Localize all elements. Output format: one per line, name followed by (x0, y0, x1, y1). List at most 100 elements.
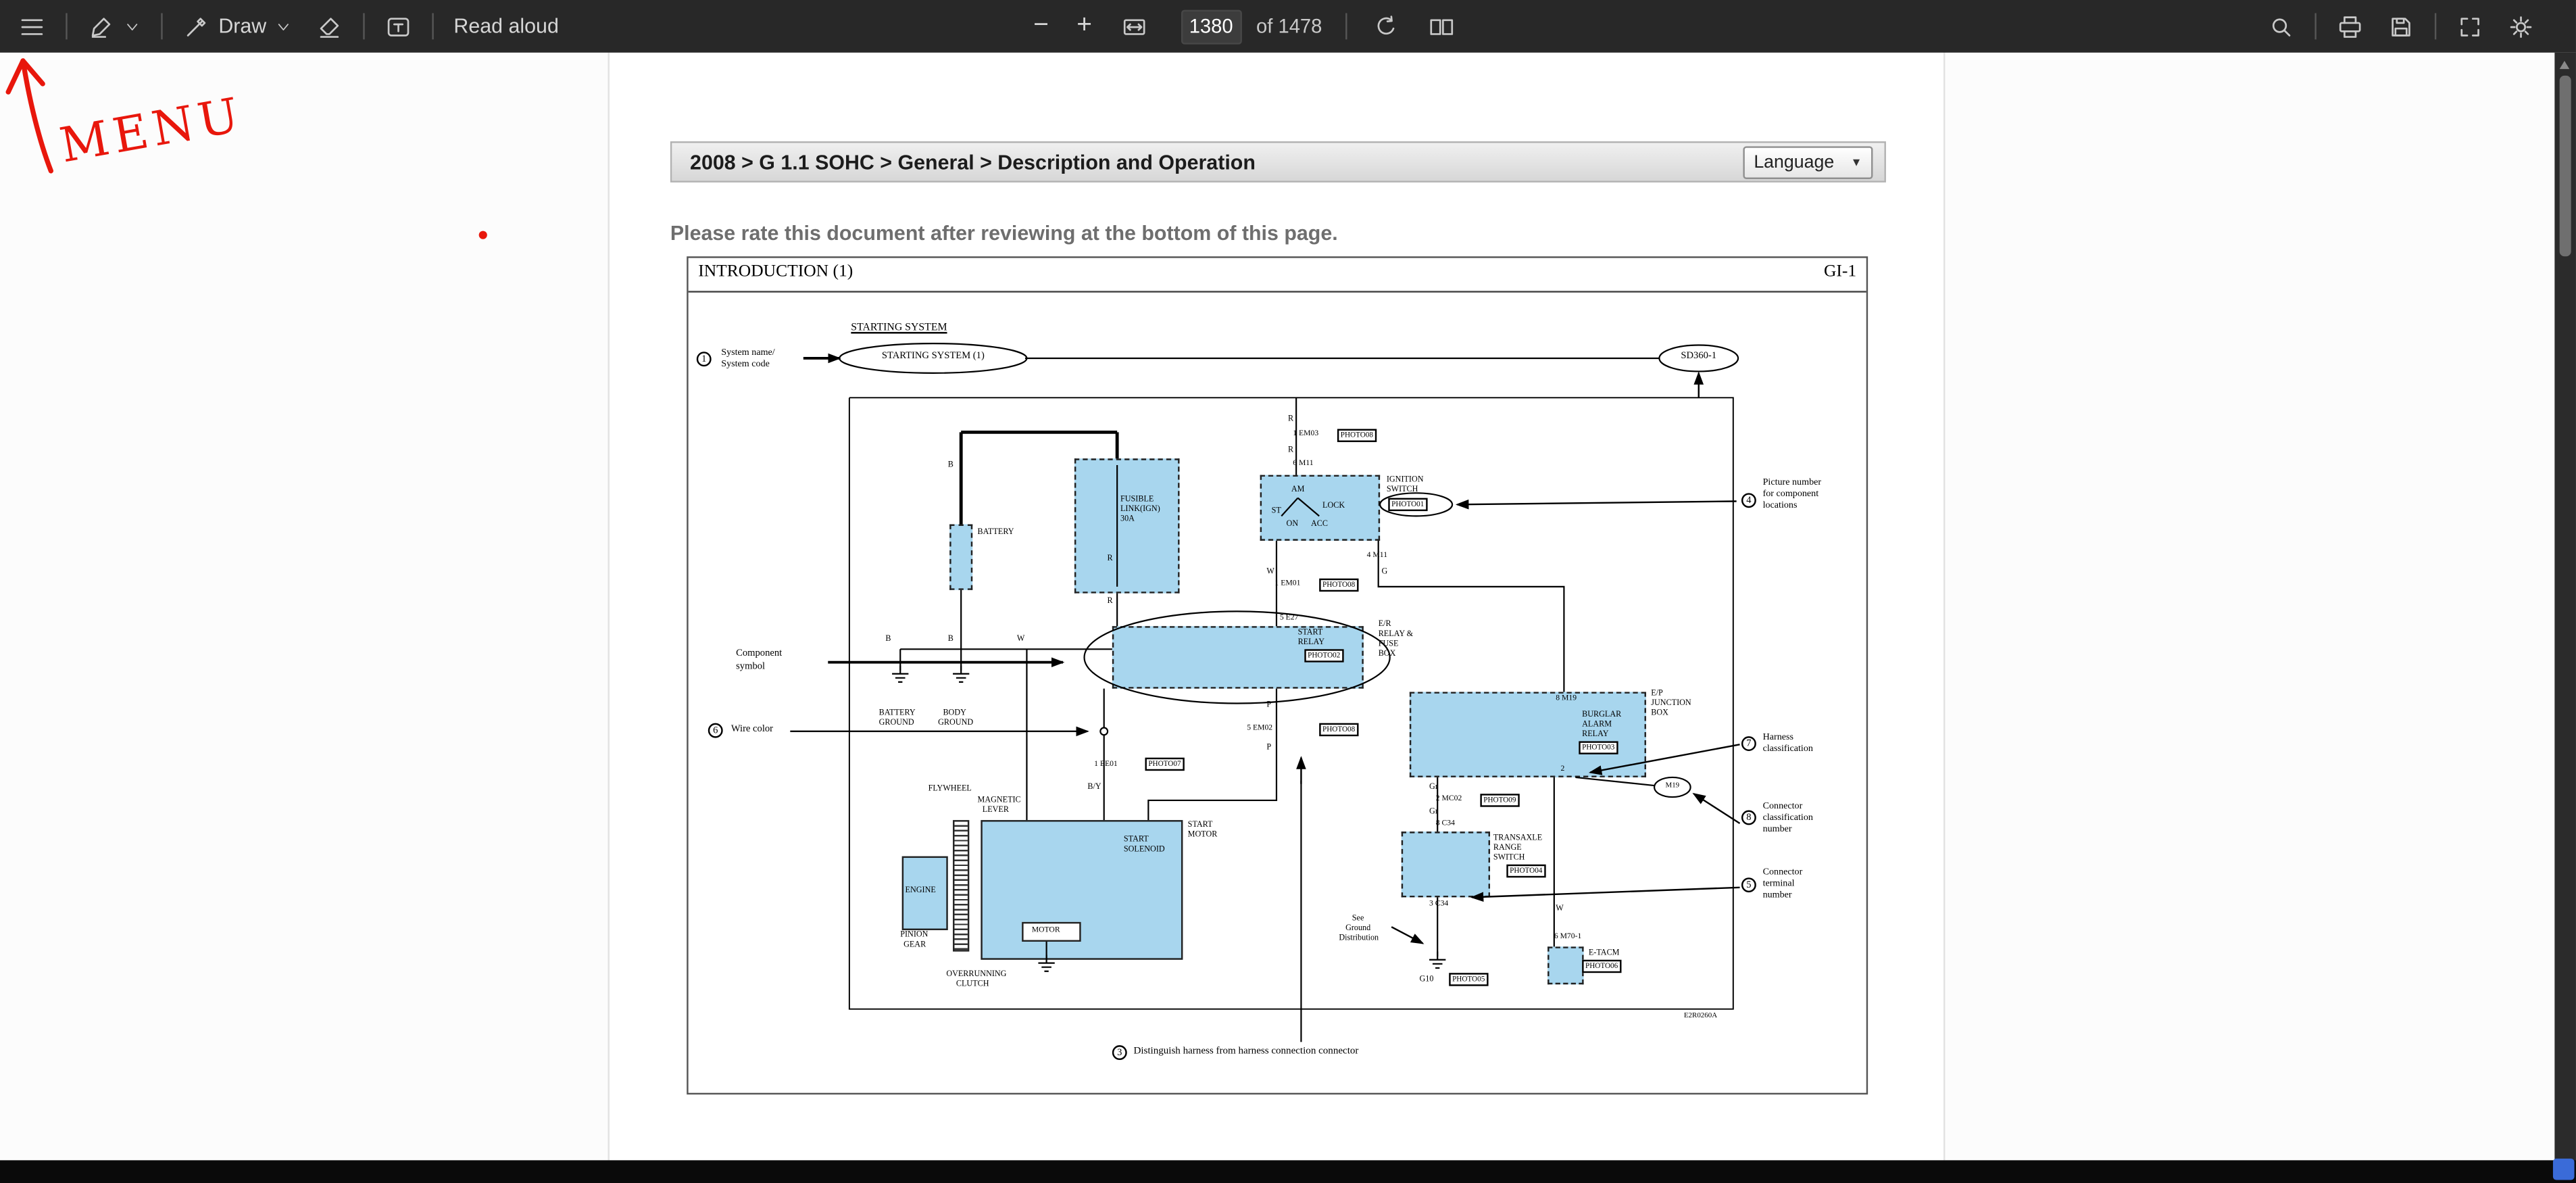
breadcrumb: 2008 > G 1.1 SOHC > General > Descriptio… (672, 150, 1256, 173)
diagram-label: Component (736, 649, 782, 659)
gear-icon (2507, 12, 2535, 40)
diagram-label: 6 M11 (1293, 460, 1313, 468)
read-aloud-label: Read aloud (453, 15, 558, 38)
expand-icon (2456, 12, 2483, 40)
scrollbar-thumb[interactable] (2560, 76, 2571, 256)
diagram-label: SD360-1 (1661, 352, 1737, 362)
table-of-contents-button[interactable] (7, 0, 57, 53)
diagram-label: 3 C34 (1429, 900, 1448, 909)
diagram-label: Harness (1763, 733, 1793, 743)
toolbar-left-group: Draw Read aloud (0, 0, 570, 53)
pdf-content-area[interactable]: 2008 > G 1.1 SOHC > General > Descriptio… (0, 53, 2554, 1161)
diagram-label: Ground (1345, 925, 1370, 934)
highlight-tool-button[interactable] (76, 0, 153, 53)
diagram-label: BOX (1379, 651, 1396, 660)
page-view-button[interactable] (1416, 0, 1466, 53)
diagram-label: SWITCH (1387, 487, 1418, 496)
diagram-label: Gr (1429, 784, 1438, 793)
diagram-label: locations (1763, 501, 1798, 511)
diagram-label: LEVER (983, 807, 1009, 816)
chevron-down-icon (123, 18, 141, 36)
diagram-label: 8 C34 (1436, 820, 1455, 828)
toolbar-divider (2435, 13, 2436, 39)
diagram-label: System code (721, 360, 770, 370)
diagram-label: FUSIBLE (1120, 496, 1154, 505)
scrollbar-bottom-marker[interactable] (2553, 1159, 2575, 1180)
two-page-view-icon (1427, 12, 1455, 40)
vertical-scrollbar[interactable] (2554, 53, 2576, 1183)
diagram-label: for component (1763, 489, 1819, 500)
fit-to-width-button[interactable] (1108, 0, 1159, 53)
diagram-label: classification (1763, 813, 1813, 823)
diagram-label: ON (1287, 521, 1299, 530)
eraser-button[interactable] (304, 0, 355, 53)
diagram-label: E/R (1379, 621, 1391, 630)
diagram-label: W (1556, 906, 1564, 915)
diagram-label: P (1266, 702, 1271, 710)
pen-icon (182, 12, 210, 40)
diagram-wires (689, 258, 1870, 1096)
document-header-bar: 2008 > G 1.1 SOHC > General > Descriptio… (670, 141, 1886, 183)
text-box-icon (385, 12, 412, 40)
settings-button[interactable] (2496, 0, 2546, 53)
toolbar-divider (161, 13, 162, 39)
fullscreen-button[interactable] (2444, 0, 2495, 53)
save-button[interactable] (2375, 0, 2426, 53)
minus-icon: − (1033, 13, 1049, 39)
eraser-icon (316, 12, 343, 40)
diagram-label: BOX (1651, 710, 1668, 719)
language-label: Language (1754, 153, 1834, 172)
diagram-label: System name/ (721, 348, 774, 358)
menu-icon (18, 12, 46, 40)
callout-number-badge: 7 (1741, 736, 1756, 751)
add-text-button[interactable] (373, 0, 424, 53)
read-aloud-button[interactable]: Read aloud (442, 0, 570, 53)
diagram-label: number (1763, 891, 1792, 901)
callout-number-badge: 4 (1741, 493, 1756, 508)
diagram-label: GROUND (938, 720, 973, 729)
toolbar-divider (1345, 13, 1346, 39)
highlighter-icon (87, 12, 115, 40)
search-button[interactable] (2256, 0, 2306, 53)
diagram-label: Gr (1429, 808, 1438, 817)
toolbar-divider (2314, 13, 2316, 39)
toolbar-divider (66, 13, 67, 39)
scrollbar-up-arrow[interactable] (2560, 61, 2570, 69)
callout-number-badge: 5 (1741, 877, 1756, 892)
diagram-label: number (1763, 825, 1792, 835)
pdf-toolbar: Draw Read aloud − + (0, 0, 2576, 53)
diagram-label: OVERRUNNING (946, 971, 1006, 980)
diagram-label: ALARM (1582, 721, 1612, 730)
draw-tool-button[interactable]: Draw (171, 0, 304, 53)
print-button[interactable] (2325, 0, 2375, 53)
diagram-label: Connector (1763, 802, 1803, 812)
diagram-label: FUSE (1379, 641, 1399, 650)
photo-ref-tag: PHOTO08 (1319, 723, 1358, 737)
photo-ref-tag: PHOTO02 (1304, 649, 1343, 662)
diagram-label: Picture number (1763, 478, 1821, 488)
rate-notice-text: Please rate this document after reviewin… (670, 222, 1338, 245)
toolbar-right-group (2256, 0, 2546, 53)
zoom-out-button[interactable]: − (1022, 0, 1060, 53)
app-window: Draw Read aloud − + (0, 0, 2576, 1183)
diagram-label: MAGNETIC (978, 797, 1021, 806)
diagram-label: START (1124, 836, 1149, 845)
diagram-label: B (948, 636, 953, 645)
photo-ref-tag: PHOTO05 (1449, 973, 1488, 986)
rotate-button[interactable] (1360, 0, 1410, 53)
diagram-label: Connector (1763, 868, 1803, 878)
page-number-input[interactable] (1181, 9, 1241, 43)
diagram-label: LOCK (1322, 503, 1345, 512)
draw-label: Draw (218, 15, 266, 38)
diagram-label: B (885, 636, 891, 645)
toolbar-divider (364, 13, 365, 39)
diagram-label: BATTERY (978, 529, 1014, 538)
diagram-label: LINK(IGN) (1120, 506, 1160, 515)
language-dropdown-button[interactable]: Language ▼ (1743, 146, 1873, 179)
diagram-label: IGNITION (1387, 477, 1424, 485)
callout-number-badge: 8 (1741, 811, 1756, 825)
diagram-label: GROUND (879, 720, 914, 729)
zoom-in-button[interactable]: + (1065, 0, 1104, 53)
diagram-label: JUNCTION (1651, 700, 1691, 709)
doc-diagram: INTRODUCTION (1) GI-1 STARTING SYSTEMSTA… (687, 256, 1868, 1094)
